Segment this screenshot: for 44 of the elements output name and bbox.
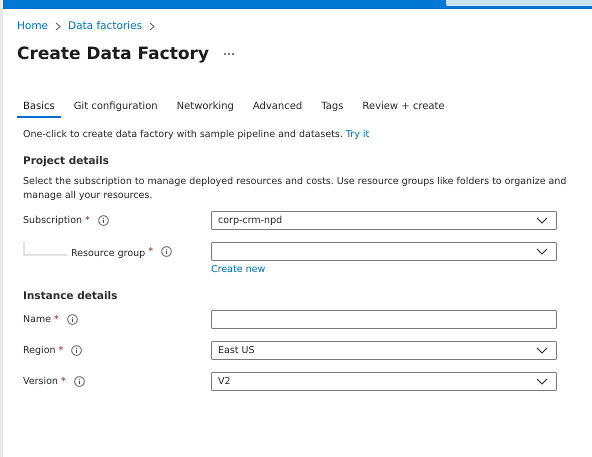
tab[interactable]: Git configuration (68, 101, 164, 118)
breadcrumb-link[interactable]: Home (17, 20, 48, 32)
field-label: Subscription (23, 214, 82, 226)
required-asterisk: * (148, 246, 153, 257)
chevron-down-icon (536, 248, 548, 255)
chevron-icon (149, 22, 156, 30)
tab[interactable]: Networking (170, 101, 240, 118)
input-field[interactable] (211, 310, 557, 329)
page-title: Create Data Factory (17, 44, 209, 64)
more-icon (222, 52, 235, 56)
chevron-down-icon (536, 217, 548, 224)
chevron-down-icon (536, 378, 548, 385)
tree-connector-icon (23, 242, 67, 256)
required-asterisk: * (58, 344, 64, 356)
intro-text: One-click to create data factory with sample pipeline and datasets. Try it (23, 129, 370, 140)
chevron-icon (55, 22, 62, 30)
field-label: Resource group (71, 248, 146, 259)
field-label: Region (23, 344, 56, 356)
tab[interactable]: Review + create (356, 101, 451, 118)
tab[interactable]: Tags (315, 101, 350, 118)
tab[interactable]: Advanced (246, 101, 308, 118)
info-icon (71, 344, 82, 356)
dropdown[interactable]: East US (211, 341, 557, 360)
tab[interactable]: Basics (17, 101, 61, 118)
breadcrumb-link[interactable]: Data factories (68, 20, 142, 32)
section-description: Select the subscription to manage deployed resources and costs. Use resource groups like folders to organize and manage all your resources. (23, 175, 568, 203)
required-asterisk: * (54, 314, 59, 324)
required-asterisk: * (60, 376, 66, 386)
chevron-down-icon (536, 347, 548, 354)
required-asterisk: * (85, 214, 90, 226)
dropdown[interactable]: corp-crm-npd (211, 211, 557, 230)
dropdown[interactable]: V2 (211, 372, 557, 391)
try-it-link[interactable]: Try it (346, 129, 370, 140)
info-icon (66, 314, 78, 324)
dropdown[interactable] (211, 242, 557, 261)
field-label: Name (23, 314, 52, 324)
section-heading: Project details (23, 155, 110, 167)
info-icon (74, 376, 85, 386)
field-label: Version (23, 376, 58, 386)
search-field[interactable] (446, 0, 592, 6)
info-icon (160, 246, 172, 257)
info-icon (98, 214, 109, 226)
create-new-link[interactable]: Create new (211, 264, 266, 275)
section-heading: Instance details (23, 290, 118, 302)
